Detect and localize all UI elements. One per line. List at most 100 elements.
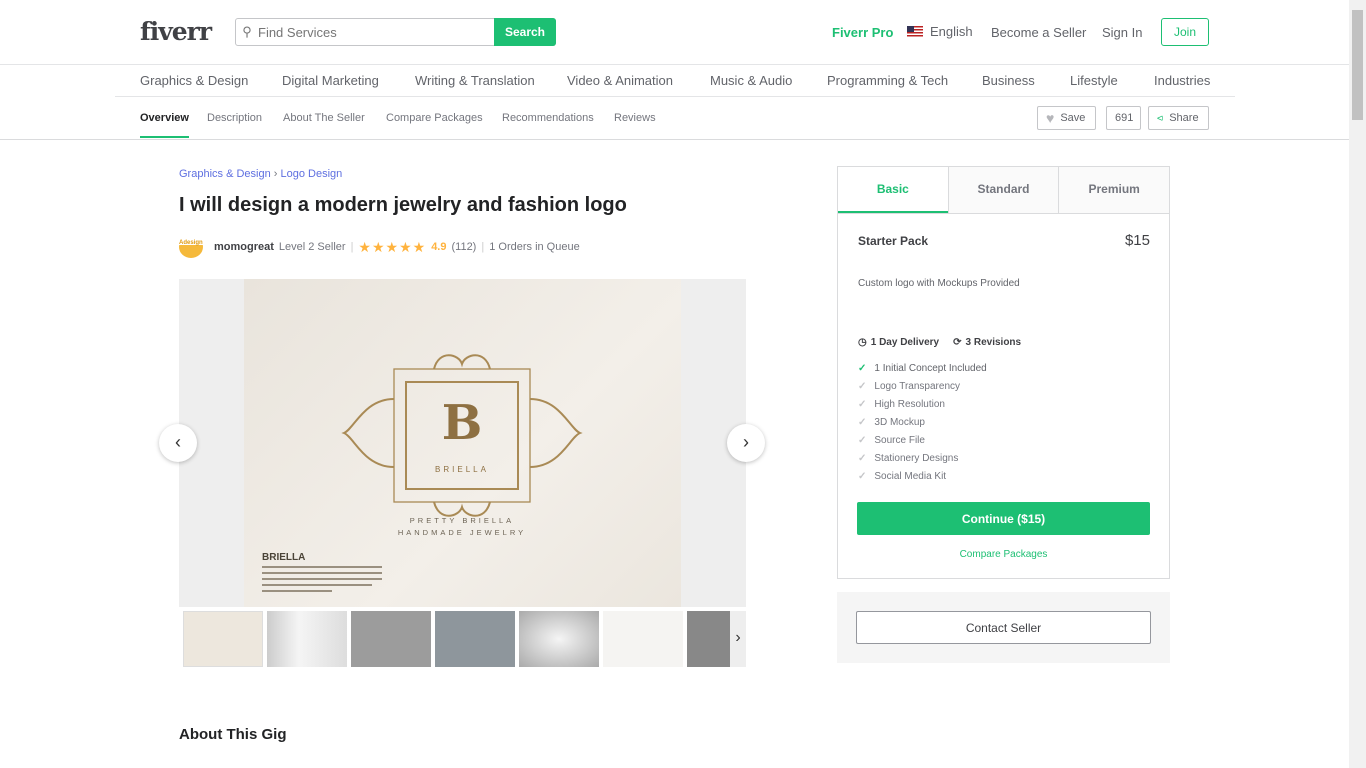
contact-seller-button[interactable]: Contact Seller [856,611,1151,644]
package-name: Starter Pack [858,234,929,248]
tab-overview[interactable]: Overview [140,112,189,138]
thumbnail[interactable] [603,611,683,667]
check-icon: ✓ [858,363,867,374]
language-selector[interactable]: English [907,24,973,39]
category-business[interactable]: Business [982,73,1035,88]
check-icon: ✓ [858,471,867,482]
check-icon: ✓ [858,453,867,464]
package-tab-standard[interactable]: Standard [947,167,1059,213]
save-button[interactable]: ♥ Save [1037,106,1096,130]
seller-name[interactable]: momogreat [214,241,274,253]
gig-title: I will design a modern jewelry and fashi… [179,194,627,216]
breadcrumb-graphics-design[interactable]: Graphics & Design [179,168,271,180]
compare-packages-link[interactable]: Compare Packages [838,549,1169,560]
share-label: Share [1169,112,1199,124]
save-count: 691 [1106,106,1141,130]
avatar-text: Adesign [179,240,203,246]
thumbnail[interactable] [435,611,515,667]
package-panel: Basic Standard Premium Starter Pack $15 … [837,166,1170,579]
delivery-info: ◷ 1 Day Delivery ⟳ 3 Revisions [858,337,1021,348]
feature-item: ✓ Logo Transparency [858,381,961,392]
thumbnail[interactable]: › [687,611,746,667]
thumbnail[interactable] [267,611,347,667]
check-icon: ✓ [858,417,867,428]
search-bar: ⚲ Search [235,18,556,46]
check-icon: ✓ [858,435,867,446]
contact-seller-box: Contact Seller [837,592,1170,663]
category-writing-translation[interactable]: Writing & Translation [415,73,535,88]
feature-item: ✓ Source File [858,435,925,446]
sign-in-link[interactable]: Sign In [1102,25,1142,40]
top-header: fiverr ⚲ Search Fiverr Pro English Becom… [0,0,1366,65]
join-button[interactable]: Join [1161,18,1209,46]
seller-avatar[interactable]: Adesign [179,236,203,258]
share-button[interactable]: ⪦ Share [1148,106,1209,130]
logo-letter: B [442,395,483,451]
thumbnails-next-icon[interactable]: › [730,611,746,667]
logo-line-2: HANDMADE JEWELRY [398,528,526,537]
category-programming-tech[interactable]: Programming & Tech [827,73,948,88]
become-seller-link[interactable]: Become a Seller [991,25,1086,40]
package-price: $15 [1124,232,1150,249]
search-button[interactable]: Search [494,18,556,46]
package-description: Custom logo with Mockups Provided [858,278,1020,289]
feature-item: ✓ 3D Mockup [858,417,925,428]
feature-item: ✓ Stationery Designs [858,453,959,464]
revisions-count: 3 Revisions [965,337,1022,348]
star-rating-icons: ★★★★★ [358,238,427,255]
tab-compare-packages[interactable]: Compare Packages [386,112,483,124]
category-nav: Graphics & Design Digital Marketing Writ… [115,65,1235,97]
revisions-icon: ⟳ [953,337,962,348]
seller-level: Level 2 Seller [278,241,346,253]
search-icon: ⚲ [242,24,252,39]
feature-item: ✓ High Resolution [858,399,945,410]
breadcrumb: Graphics & Design › Logo Design [179,168,343,180]
search-input[interactable] [258,19,494,45]
orders-in-queue: 1 Orders in Queue [489,241,580,253]
tab-about-seller[interactable]: About The Seller [283,112,365,124]
gallery-next-button[interactable]: › [727,424,765,462]
check-icon: ✓ [858,399,867,410]
feature-item: ✓ Social Media Kit [858,471,947,482]
category-music-audio[interactable]: Music & Audio [710,73,792,88]
gallery-prev-button[interactable]: ‹ [159,424,197,462]
seller-overview: Adesign momogreat Level 2 Seller | ★★★★★… [179,236,580,258]
about-gig-heading: About This Gig [179,726,287,743]
thumbnail[interactable] [183,611,263,667]
delivery-time: 1 Day Delivery [870,337,940,348]
logo-name: BRIELLA [435,465,489,474]
tab-recommendations[interactable]: Recommendations [502,112,594,124]
language-label: English [930,24,973,39]
review-count[interactable]: (112) [451,241,476,253]
category-lifestyle[interactable]: Lifestyle [1070,73,1118,88]
package-tab-basic[interactable]: Basic [838,167,948,213]
gallery-thumbnails: › [179,611,746,667]
thumbnail[interactable] [519,611,599,667]
feature-item: ✓ 1 Initial Concept Included [858,363,987,374]
fiverr-pro-link[interactable]: Fiverr Pro [832,25,893,40]
tab-reviews[interactable]: Reviews [614,112,656,124]
page-scrollbar[interactable] [1349,0,1366,768]
rating-score: 4.9 [431,241,447,253]
category-digital-marketing[interactable]: Digital Marketing [282,73,379,88]
category-industries[interactable]: Industries [1154,73,1210,88]
logo-line-1: PRETTY BRIELLA [410,516,514,525]
logo-ornament-frame: B BRIELLA PRETTY BRIELLA HANDMADE JEWELR… [262,354,583,592]
thumbnail[interactable] [351,611,431,667]
category-graphics-design[interactable]: Graphics & Design [140,73,248,88]
fiverr-logo[interactable]: fiverr [140,17,212,46]
brand-caption: BRIELLA [262,552,305,563]
gig-gallery: B BRIELLA PRETTY BRIELLA HANDMADE JEWELR… [179,279,746,607]
gallery-main-image: B BRIELLA PRETTY BRIELLA HANDMADE JEWELR… [244,279,681,607]
category-video-animation[interactable]: Video & Animation [567,73,673,88]
check-icon: ✓ [858,381,867,392]
scrollbar-thumb[interactable] [1352,10,1363,120]
tab-description[interactable]: Description [207,112,262,124]
share-icon: ⪦ [1157,111,1164,124]
breadcrumb-logo-design[interactable]: Logo Design [281,168,343,180]
save-label: Save [1060,112,1086,124]
heart-icon: ♥ [1046,110,1055,126]
us-flag-icon [907,26,923,37]
continue-button[interactable]: Continue ($15) [857,502,1150,535]
package-tab-premium[interactable]: Premium [1058,167,1170,213]
